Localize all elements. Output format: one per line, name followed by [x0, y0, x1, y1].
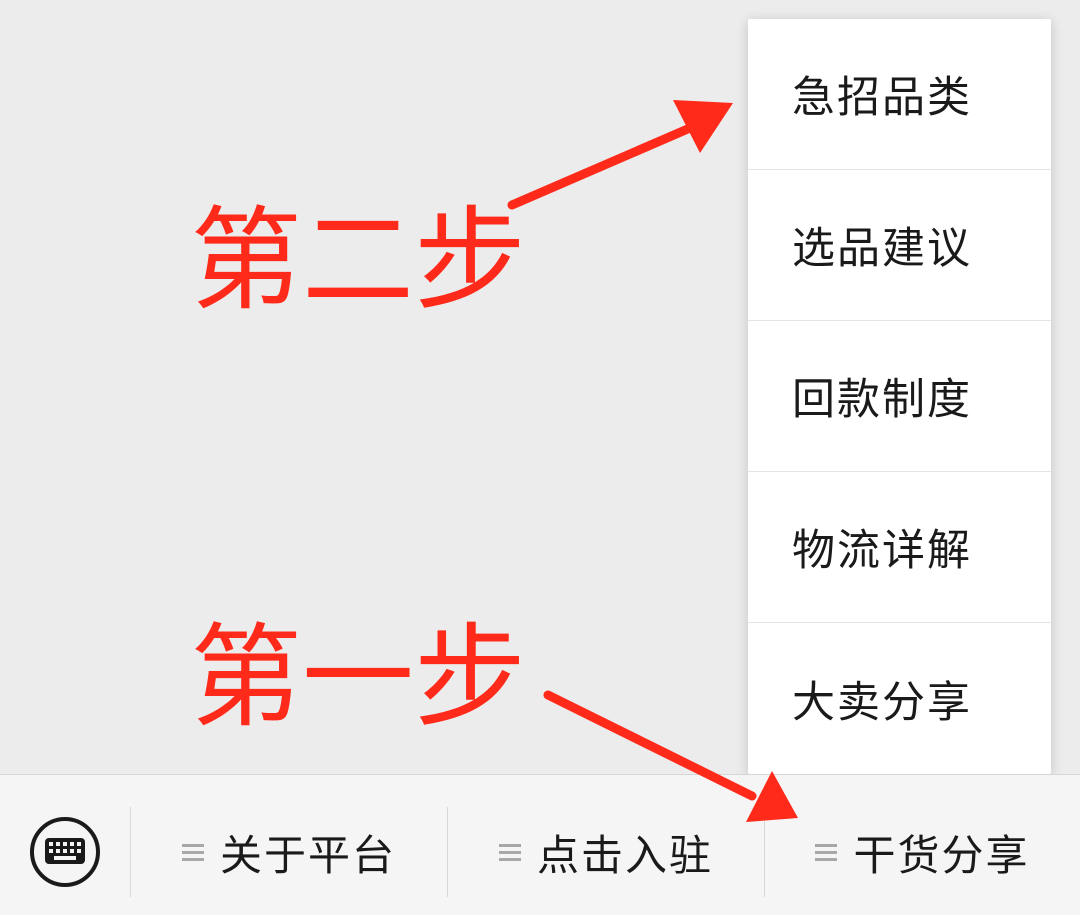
- menu-lines-icon: [498, 843, 521, 861]
- submenu-item-urgent-categories[interactable]: 急招品类: [748, 19, 1051, 170]
- step-two-annotation: 第二步: [190, 196, 526, 326]
- submenu-item-payment-policy[interactable]: 回款制度: [748, 321, 1051, 472]
- tab-dry-goods-sharing[interactable]: 干货分享: [765, 803, 1080, 901]
- submenu-item-logistics-details[interactable]: 物流详解: [748, 472, 1051, 623]
- submenu-item-seller-sharing[interactable]: 大卖分享: [748, 623, 1051, 774]
- bottom-menu-bar: 关于平台 点击入驻 干货分享: [0, 774, 1080, 915]
- submenu-item-product-advice[interactable]: 选品建议: [748, 170, 1051, 321]
- submenu-popup: 急招品类 选品建议 回款制度 物流详解 大卖分享: [748, 19, 1051, 774]
- tab-label: 点击入驻: [536, 830, 713, 880]
- menu-lines-icon: [181, 843, 204, 861]
- tab-about-platform[interactable]: 关于平台: [131, 803, 447, 901]
- tab-click-join[interactable]: 点击入驻: [448, 803, 764, 901]
- tab-label: 干货分享: [853, 830, 1030, 880]
- keyboard-icon[interactable]: [28, 815, 102, 889]
- tab-label: 关于平台: [219, 830, 396, 880]
- step-one-annotation: 第一步: [190, 613, 526, 743]
- menu-lines-icon: [815, 843, 838, 861]
